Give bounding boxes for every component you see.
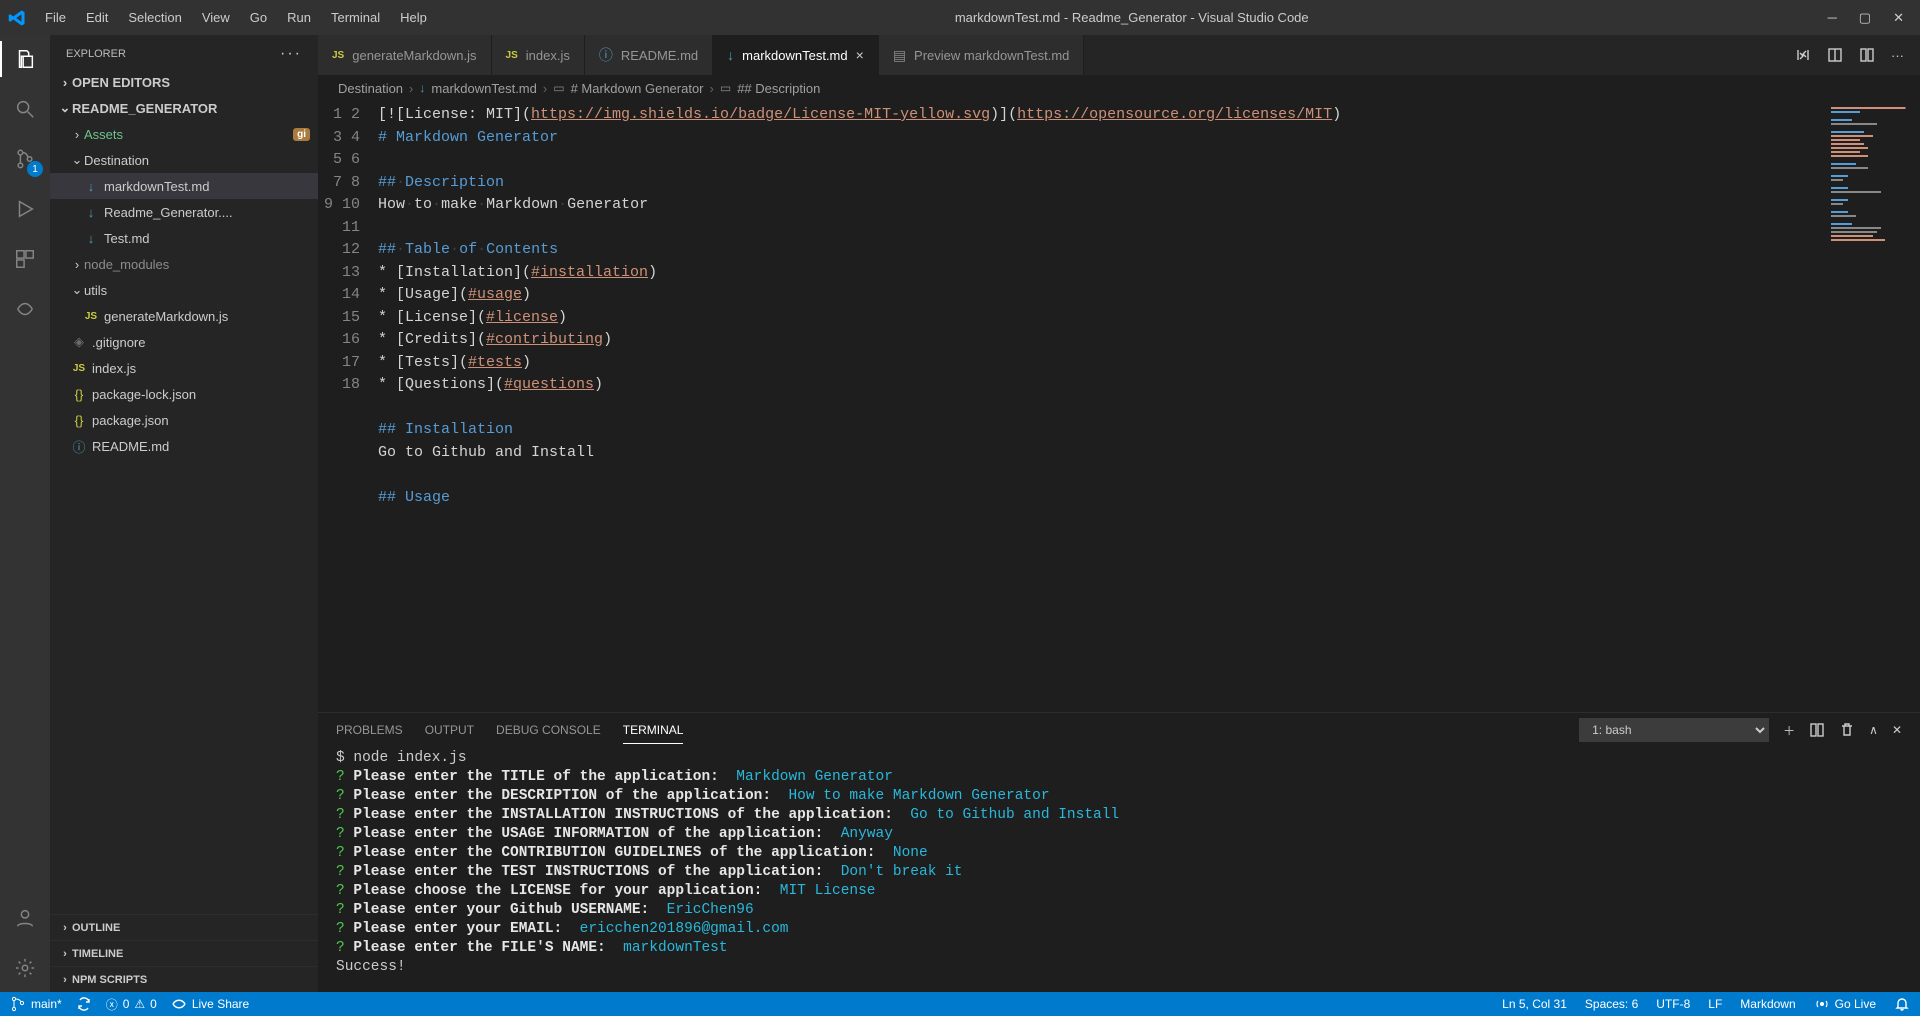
- editor[interactable]: 1 2 3 4 5 6 7 8 9 10 11 12 13 14 15 16 1…: [318, 101, 1920, 712]
- more-icon[interactable]: ···: [280, 45, 302, 63]
- breadcrumbs[interactable]: Destination› ↓markdownTest.md› ▭# Markdo…: [318, 75, 1920, 101]
- indentation[interactable]: Spaces: 6: [1585, 997, 1638, 1011]
- gutter: 1 2 3 4 5 6 7 8 9 10 11 12 13 14 15 16 1…: [318, 101, 378, 712]
- timeline-section[interactable]: ›TIMELINE: [50, 940, 318, 966]
- accounts-icon[interactable]: [11, 904, 39, 932]
- file-readme-gen[interactable]: ↓Readme_Generator....: [50, 199, 318, 225]
- file-index-js[interactable]: JSindex.js: [50, 355, 318, 381]
- folder-assets[interactable]: ›Assetsgi: [50, 121, 318, 147]
- tab-preview[interactable]: ▤Preview markdownTest.md: [879, 35, 1085, 75]
- tab-generate-markdown[interactable]: JSgenerateMarkdown.js: [318, 35, 492, 75]
- go-live[interactable]: Go Live: [1814, 996, 1876, 1012]
- close-window-icon[interactable]: ✕: [1893, 10, 1904, 26]
- folder-destination[interactable]: ⌄Destination: [50, 147, 318, 173]
- root-section[interactable]: ⌄README_GENERATOR: [50, 95, 318, 121]
- split-editor-icon[interactable]: [1859, 47, 1875, 64]
- sync-indicator[interactable]: [76, 996, 92, 1012]
- search-icon[interactable]: [11, 95, 39, 123]
- maximize-icon[interactable]: ▢: [1859, 10, 1871, 26]
- open-editors-section[interactable]: ›OPEN EDITORS: [50, 69, 318, 95]
- problems-indicator[interactable]: ⓧ 0 ⚠ 0: [106, 996, 157, 1013]
- compare-icon[interactable]: [1795, 47, 1811, 64]
- split-terminal-icon[interactable]: [1809, 722, 1825, 738]
- tab-index-js[interactable]: JSindex.js: [492, 35, 585, 75]
- menu-file[interactable]: File: [36, 4, 75, 31]
- file-package-lock[interactable]: {}package-lock.json: [50, 381, 318, 407]
- sidebar-header: EXPLORER ···: [50, 35, 318, 69]
- menu-help[interactable]: Help: [391, 4, 436, 31]
- tab-markdowntest[interactable]: ↓markdownTest.md×: [713, 35, 879, 75]
- menubar: File Edit Selection View Go Run Terminal…: [36, 4, 436, 31]
- scm-badge: 1: [27, 161, 43, 177]
- sidebar-title: EXPLORER: [66, 48, 126, 60]
- live-share-status[interactable]: Live Share: [171, 996, 249, 1012]
- explorer-icon[interactable]: [11, 45, 39, 73]
- folder-node-modules[interactable]: ›node_modules: [50, 251, 318, 277]
- outline-section[interactable]: ›OUTLINE: [50, 914, 318, 940]
- menu-terminal[interactable]: Terminal: [322, 4, 389, 31]
- folder-utils[interactable]: ⌄utils: [50, 277, 318, 303]
- language-mode[interactable]: Markdown: [1740, 997, 1795, 1011]
- terminal[interactable]: $ node index.js ? Please enter the TITLE…: [318, 747, 1920, 992]
- vscode-logo-icon: [8, 9, 26, 27]
- source-control-icon[interactable]: 1: [11, 145, 39, 173]
- activity-bar: 1: [0, 35, 50, 992]
- sidebar: EXPLORER ··· ›OPEN EDITORS ⌄README_GENER…: [50, 35, 318, 992]
- terminal-select[interactable]: 1: bash: [1579, 718, 1769, 742]
- panel-tab-output[interactable]: OUTPUT: [425, 717, 474, 743]
- panel-tab-debug[interactable]: DEBUG CONSOLE: [496, 717, 601, 743]
- file-gitignore[interactable]: ◈.gitignore: [50, 329, 318, 355]
- file-generate-markdown[interactable]: JSgenerateMarkdown.js: [50, 303, 318, 329]
- more-actions-icon[interactable]: ···: [1891, 48, 1904, 63]
- file-package-json[interactable]: {}package.json: [50, 407, 318, 433]
- extensions-icon[interactable]: [11, 245, 39, 273]
- statusbar: main* ⓧ 0 ⚠ 0 Live Share Ln 5, Col 31 Sp…: [0, 992, 1920, 1016]
- new-terminal-icon[interactable]: ＋: [1783, 722, 1795, 739]
- menu-view[interactable]: View: [193, 4, 239, 31]
- close-tab-icon[interactable]: ×: [856, 47, 864, 63]
- branch-indicator[interactable]: main*: [10, 996, 62, 1012]
- encoding[interactable]: UTF-8: [1656, 997, 1690, 1011]
- menu-go[interactable]: Go: [241, 4, 276, 31]
- file-test-md[interactable]: ↓Test.md: [50, 225, 318, 251]
- file-markdowntest[interactable]: ↓markdownTest.md: [50, 173, 318, 199]
- panel-tab-problems[interactable]: PROBLEMS: [336, 717, 403, 743]
- notifications-icon[interactable]: [1894, 996, 1910, 1012]
- run-debug-icon[interactable]: [11, 195, 39, 223]
- panel: PROBLEMS OUTPUT DEBUG CONSOLE TERMINAL 1…: [318, 712, 1920, 992]
- minimap[interactable]: [1825, 101, 1920, 712]
- gitignore-badge: gi: [293, 128, 310, 141]
- minimize-icon[interactable]: ─: [1828, 10, 1837, 26]
- maximize-panel-icon[interactable]: ∧: [1869, 723, 1878, 737]
- menu-selection[interactable]: Selection: [119, 4, 190, 31]
- open-preview-icon[interactable]: [1827, 47, 1843, 64]
- eol[interactable]: LF: [1708, 997, 1722, 1011]
- file-readme[interactable]: ⓘREADME.md: [50, 433, 318, 459]
- settings-gear-icon[interactable]: [11, 954, 39, 982]
- cursor-position[interactable]: Ln 5, Col 31: [1502, 997, 1567, 1011]
- code[interactable]: [![License: MIT](https://img.shields.io/…: [378, 101, 1825, 712]
- tab-readme[interactable]: ⓘREADME.md: [585, 35, 713, 75]
- editor-tabs: JSgenerateMarkdown.js JSindex.js ⓘREADME…: [318, 35, 1920, 75]
- titlebar: File Edit Selection View Go Run Terminal…: [0, 0, 1920, 35]
- live-share-icon[interactable]: [11, 295, 39, 323]
- close-panel-icon[interactable]: ✕: [1892, 723, 1902, 737]
- npm-scripts-section[interactable]: ›NPM SCRIPTS: [50, 966, 318, 992]
- menu-run[interactable]: Run: [278, 4, 320, 31]
- window-title: markdownTest.md - Readme_Generator - Vis…: [436, 10, 1828, 25]
- panel-tab-terminal[interactable]: TERMINAL: [623, 717, 684, 744]
- menu-edit[interactable]: Edit: [77, 4, 117, 31]
- trash-icon[interactable]: [1839, 722, 1855, 738]
